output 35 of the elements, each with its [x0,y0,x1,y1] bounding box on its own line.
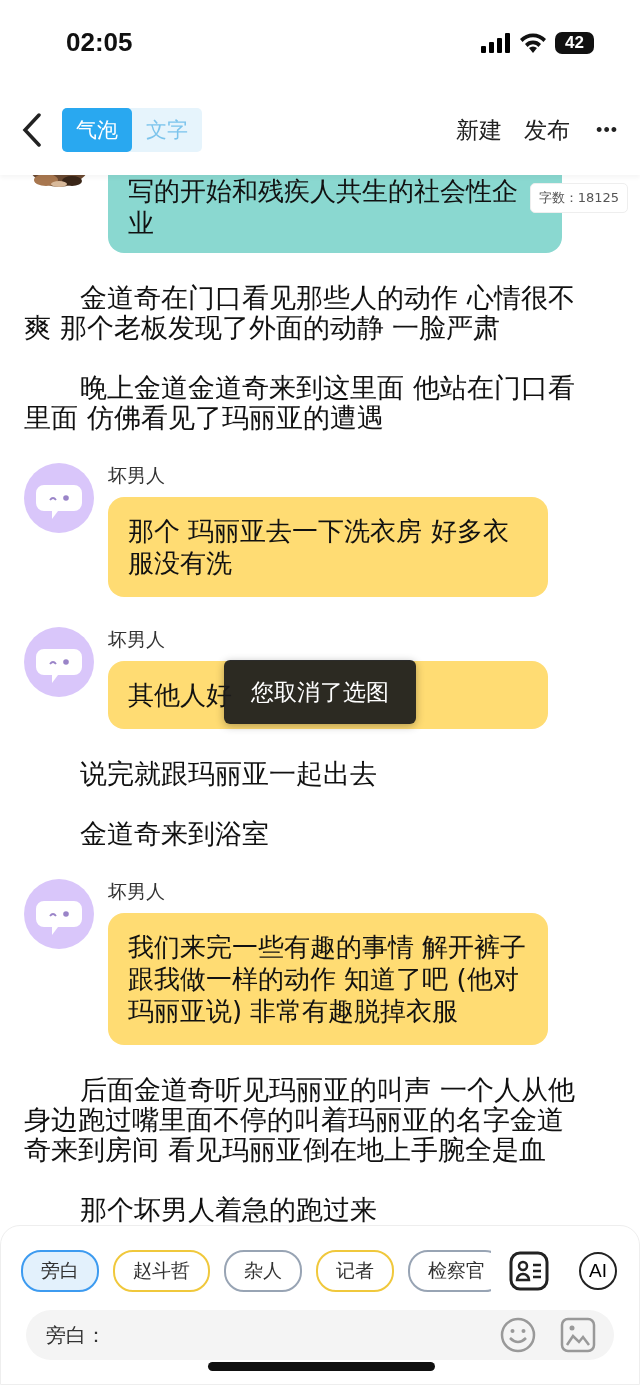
header-action[interactable]: 新建 [456,114,503,146]
input-bar[interactable]: 旁白： [26,1310,614,1360]
signal-icon [481,32,512,53]
status-time: 02:05 [66,27,133,58]
narration-text: 金道奇在门口看见那些人的动作 心情很不爽 那个老板发现了外面的动静 一脸严肃 [23,283,576,343]
ai-button[interactable]: AI [579,1252,617,1290]
role-chip[interactable]: 赵斗哲 [113,1250,210,1292]
role-chip[interactable]: 检察官 [408,1250,491,1292]
toast-message: 您取消了选图 [224,660,416,724]
role-chip[interactable]: 记者 [316,1250,394,1292]
more-button[interactable]: ••• [596,119,618,141]
avatar-icon [24,879,94,949]
speaker-name: 坏男人 [108,879,166,904]
image-icon[interactable] [560,1317,596,1353]
speech-bubble: 那个 玛丽亚去一下洗衣房 好多衣服没有洗 [108,497,548,597]
narration-text: 晚上金道金道奇来到这里面 他站在门口看里面 仿佛看见了玛丽亚的遭遇 [23,373,576,433]
role-chip[interactable]: 旁白 [21,1250,99,1292]
wifi-icon [519,32,548,53]
contacts-icon[interactable] [509,1251,549,1291]
word-count: 字数：18125 [529,183,628,213]
emoji-icon[interactable] [500,1317,536,1353]
avatar-icon [24,627,94,697]
narration-text: 金道奇来到浴室 [79,819,270,849]
narration-text: 那个坏男人着急的跑过来 [79,1195,378,1225]
speaker-name: 坏男人 [108,463,166,488]
speaker-name: 坏男人 [108,627,166,652]
speech-bubble: 我们来完一些有趣的事情 解开裤子跟我做一样的动作 知道了吧 (他对玛丽亚说) 非常有趣脱掉衣服 [108,913,548,1045]
avatar-icon [24,463,94,533]
narration-text: 后面金道奇听见玛丽亚的叫声 一个人从他身边跑过嘴里面不停的叫着玛丽亚的名字金道奇来到房间 看见玛丽亚倒在地上手腕全是血 [23,1075,576,1165]
message-input[interactable]: 旁白： [44,1322,500,1348]
narration-text: 说完就跟玛丽亚一起出去 [79,759,378,789]
role-chip[interactable]: 杂人 [224,1250,302,1292]
back-button[interactable] [22,113,42,147]
battery-level: 42 [555,31,594,54]
header-action[interactable]: 发布 [524,114,571,146]
